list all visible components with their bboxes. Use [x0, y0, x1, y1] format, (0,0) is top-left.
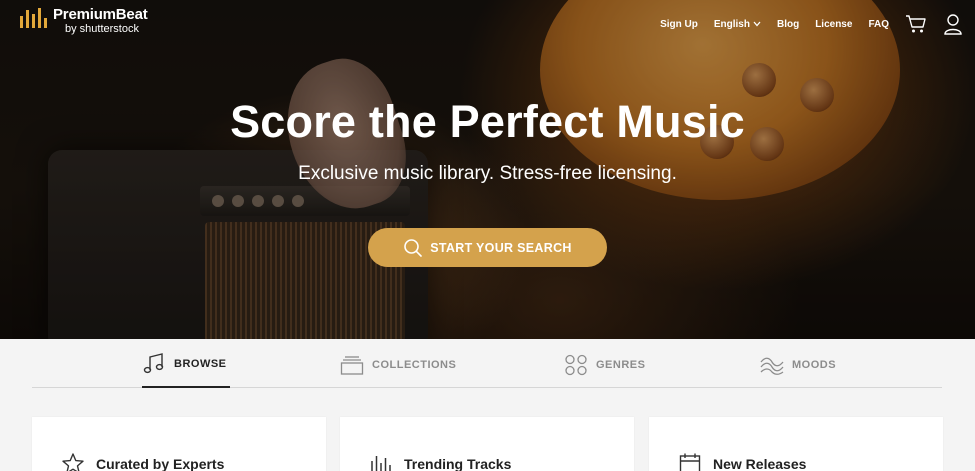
nav-language[interactable]: English — [714, 19, 761, 30]
tab-moods-label: MOODS — [792, 359, 837, 371]
tab-collections[interactable]: COLLECTIONS — [340, 342, 456, 388]
start-search-button[interactable]: START YOUR SEARCH — [368, 228, 607, 267]
nav-sign-up[interactable]: Sign Up — [660, 19, 698, 30]
premiumbeat-logo[interactable]: PremiumBeat by shutterstock — [20, 7, 148, 35]
hero-subtitle: Exclusive music library. Stress-free lic… — [298, 163, 677, 184]
top-nav: Sign Up English Blog License FAQ — [644, 13, 963, 35]
star-icon — [62, 453, 84, 471]
nav-blog[interactable]: Blog — [777, 19, 799, 30]
logo-sub: by shutterstock — [65, 23, 139, 35]
hero-title: Score the Perfect Music — [230, 96, 745, 147]
genres-icon — [565, 354, 587, 376]
tab-moods[interactable]: MOODS — [760, 342, 836, 388]
card-new-releases-title: New Releases — [713, 455, 807, 471]
nav-license[interactable]: License — [815, 19, 852, 30]
search-icon — [404, 238, 423, 257]
logo-name: PremiumBeat — [53, 6, 148, 23]
category-tabs: BROWSE COLLECTIONS GENRES MOODS — [32, 342, 942, 388]
logo-bars-icon — [20, 8, 47, 28]
card-trending[interactable]: Trending Tracks — [340, 417, 634, 471]
card-trending-title: Trending Tracks — [404, 455, 512, 471]
collections-icon — [340, 356, 364, 375]
nav-faq[interactable]: FAQ — [868, 19, 889, 30]
user-icon — [944, 14, 962, 35]
equalizer-icon — [371, 456, 391, 471]
cart-icon — [906, 15, 926, 33]
calendar-icon — [679, 453, 701, 471]
tab-browse-label: BROWSE — [174, 358, 227, 370]
nav-language-label: English — [713, 18, 750, 30]
tab-genres[interactable]: GENRES — [564, 342, 645, 388]
tab-browse[interactable]: BROWSE — [142, 342, 230, 388]
tab-genres-label: GENRES — [596, 359, 646, 371]
card-new-releases[interactable]: New Releases — [649, 417, 943, 471]
hero-banner: Score the Perfect Music Exclusive music … — [0, 0, 975, 339]
account-button[interactable] — [943, 13, 963, 35]
music-note-icon — [143, 353, 164, 374]
card-curated[interactable]: Curated by Experts — [32, 417, 326, 471]
start-search-label: START YOUR SEARCH — [430, 240, 572, 255]
card-curated-title: Curated by Experts — [96, 455, 225, 471]
tab-collections-label: COLLECTIONS — [372, 359, 457, 371]
cart-button[interactable] — [905, 14, 927, 34]
chevron-down-icon — [753, 21, 761, 27]
moods-icon — [760, 357, 784, 375]
